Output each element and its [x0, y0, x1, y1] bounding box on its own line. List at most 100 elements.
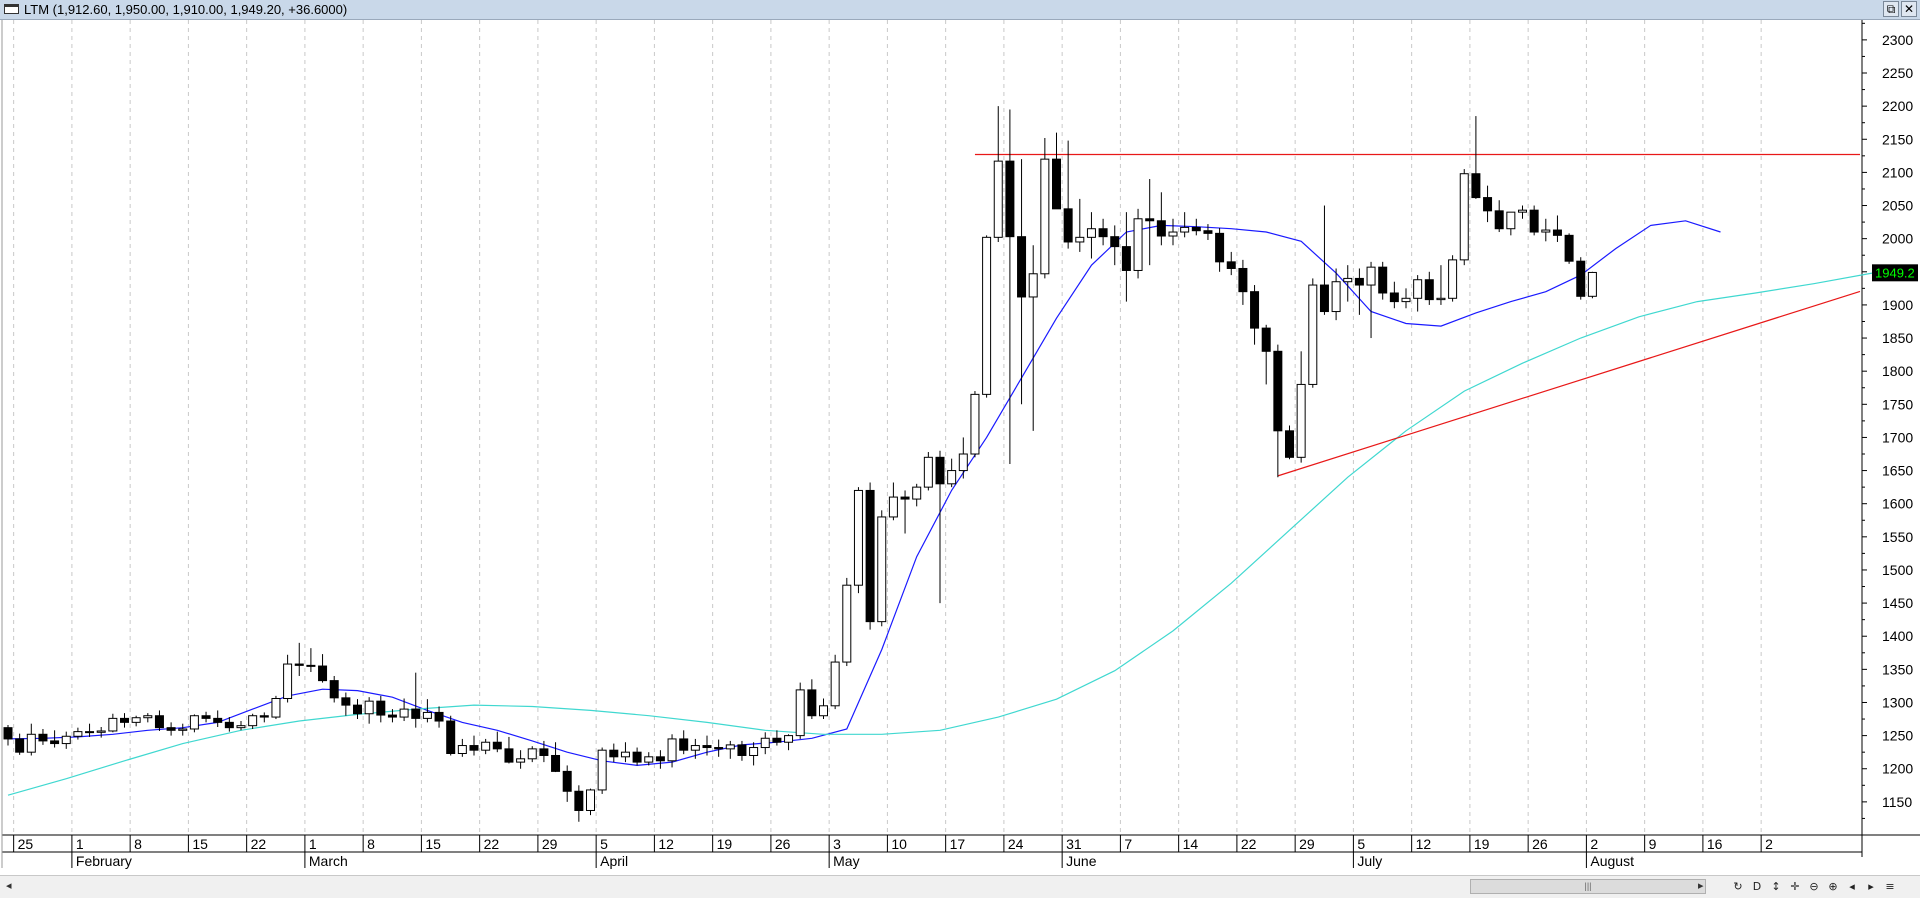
day-label: 19	[717, 836, 733, 852]
price-tick-label: 2050	[1882, 198, 1913, 214]
candle-body	[877, 516, 887, 623]
month-label: February	[76, 853, 132, 869]
day-label: 2	[1765, 836, 1773, 852]
close-icon[interactable]: ✕	[1901, 1, 1917, 17]
candle-body	[108, 717, 118, 732]
day-label: 1	[76, 836, 84, 852]
month-label: March	[309, 853, 348, 869]
candle-body	[154, 715, 164, 729]
candle-body	[1389, 292, 1399, 303]
move-icon[interactable]: ✛	[1787, 878, 1803, 895]
day-label: 9	[1649, 836, 1657, 852]
candle-body	[1017, 236, 1027, 298]
candle-body	[539, 748, 549, 756]
candle-body	[1040, 158, 1050, 275]
scroll-right-arrow[interactable]: ▸	[1698, 879, 1704, 892]
zoom-out-icon[interactable]: ⊖	[1806, 878, 1822, 895]
candle-body	[853, 489, 863, 586]
candle-body	[1319, 284, 1329, 313]
day-label: 12	[658, 836, 674, 852]
candle-body	[1552, 229, 1562, 236]
price-tick-label: 1850	[1882, 330, 1913, 346]
scroll-left-arrow[interactable]: ◂	[6, 879, 12, 892]
candle-body	[96, 730, 106, 733]
day-label: 16	[1707, 836, 1723, 852]
price-tick-label: 2150	[1882, 131, 1913, 147]
candle-body	[1494, 210, 1504, 230]
candle-body	[457, 745, 467, 754]
candle-body	[387, 714, 397, 718]
candle-body	[935, 456, 945, 485]
candle-body	[1180, 226, 1190, 233]
scroll-right-icon[interactable]: ▸	[1863, 878, 1879, 895]
candle-body	[248, 715, 258, 727]
price-tick-label: 1150	[1882, 794, 1912, 810]
candle-body	[842, 584, 852, 663]
day-label: 7	[1124, 836, 1132, 852]
candle-body	[143, 715, 153, 719]
candle-body	[888, 496, 898, 518]
price-tick-label: 2200	[1882, 98, 1913, 114]
candle-body	[376, 700, 386, 716]
menu-icon[interactable]: ≡	[1882, 878, 1898, 895]
candle-body	[469, 745, 479, 751]
candle-body	[819, 705, 828, 717]
candle-body	[947, 470, 957, 485]
candle-body	[1238, 267, 1248, 293]
candle-body	[1273, 350, 1283, 432]
month-label: May	[833, 853, 859, 869]
candle-body	[1564, 234, 1574, 262]
candle-body	[597, 749, 607, 791]
candle-body	[970, 393, 980, 455]
candle-body	[690, 745, 700, 751]
candle-body	[73, 731, 83, 737]
candle-body	[574, 790, 584, 811]
candle-body	[1203, 230, 1213, 234]
candle-body	[131, 717, 141, 723]
day-label: 2	[1590, 836, 1598, 852]
candle-body	[527, 748, 537, 760]
candle-body	[1215, 232, 1225, 263]
scroll-left-icon[interactable]: ◂	[1844, 878, 1860, 895]
candle-body	[1168, 231, 1178, 237]
candle-body	[1308, 284, 1318, 385]
candle-body	[364, 700, 374, 715]
candle-body	[166, 727, 176, 731]
day-label: 14	[1183, 836, 1199, 852]
vertical-zoom-icon[interactable]: ↕	[1768, 878, 1784, 895]
candle-body	[1052, 158, 1061, 210]
price-tick-label: 1450	[1882, 595, 1913, 611]
candle-body	[61, 735, 71, 745]
candle-body	[1587, 271, 1597, 297]
price-tick-label: 1900	[1882, 297, 1913, 313]
day-label: 22	[251, 836, 267, 852]
candle-body	[3, 727, 13, 740]
candle-body	[1226, 261, 1236, 269]
price-tick-label: 1250	[1882, 728, 1913, 744]
candle-body	[1576, 260, 1586, 297]
day-label: 29	[542, 836, 558, 852]
candle-body	[1156, 220, 1166, 237]
price-chart[interactable]: 1150 1200 1250 1300 1350 1400 1450 1500 1550 1600…	[0, 20, 1920, 875]
candle-body	[1285, 430, 1294, 458]
candle-body	[737, 744, 747, 756]
d-button[interactable]: D	[1749, 878, 1765, 895]
horizontal-scrollbar[interactable]: ◂ ||| ▸ ↻ D ↕ ✛ ⊖ ⊕ ◂ ▸ ≡	[0, 875, 1920, 898]
day-label: 8	[367, 836, 375, 852]
candle-body	[795, 689, 805, 737]
window-title: LTM (1,912.60, 1,950.00, 1,910.00, 1,949…	[24, 2, 348, 17]
price-tick-label: 1350	[1882, 661, 1913, 677]
zoom-in-icon[interactable]: ⊕	[1825, 878, 1841, 895]
candle-body	[306, 664, 316, 667]
day-label: 1	[309, 836, 317, 852]
refresh-icon[interactable]: ↻	[1730, 878, 1746, 895]
scroll-thumb[interactable]: |||	[1470, 879, 1706, 894]
candle-body	[224, 721, 234, 729]
day-label: 3	[833, 836, 841, 852]
restore-icon[interactable]: ⧉	[1883, 1, 1899, 17]
candle-body	[504, 748, 514, 763]
price-tick-label: 2300	[1882, 32, 1913, 48]
candle-body	[1436, 297, 1446, 301]
candle-body	[900, 496, 910, 500]
price-tick-label: 2000	[1882, 231, 1913, 247]
